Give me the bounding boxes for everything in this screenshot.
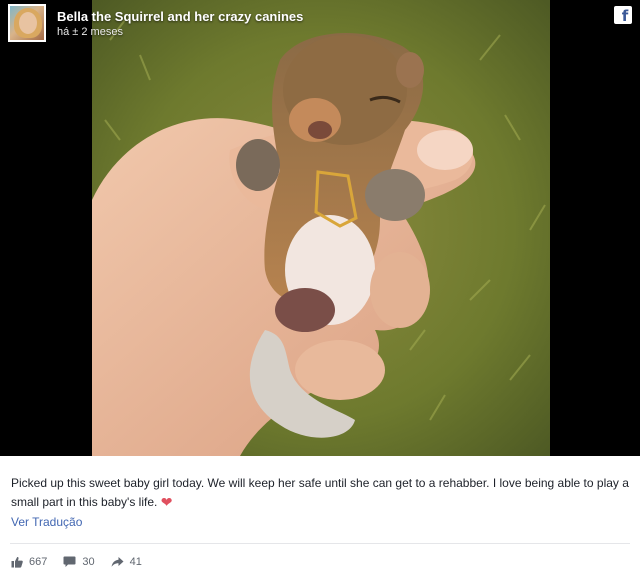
shares-count: 41	[129, 556, 142, 568]
post-text: Picked up this sweet baby girl today. We…	[11, 474, 629, 512]
post-timestamp[interactable]: há ± 2 meses	[57, 26, 123, 38]
likes-count-button[interactable]: 667	[11, 556, 47, 568]
shares-count-button[interactable]: 41	[111, 556, 142, 568]
engagement-stats: 667 30 41	[11, 554, 158, 570]
see-translation-link[interactable]: Ver Tradução	[11, 515, 82, 529]
avatar-face-shape	[19, 12, 37, 34]
comment-bubble-icon	[63, 556, 76, 567]
page-name-link[interactable]: Bella the Squirrel and her crazy canines	[57, 9, 303, 24]
social-post-card: Bella the Squirrel and her crazy canines…	[0, 0, 640, 581]
post-photo[interactable]: Bella the Squirrel and her crazy canines…	[0, 0, 640, 456]
page-avatar[interactable]	[8, 4, 46, 42]
likes-count: 667	[29, 556, 48, 568]
comments-count-button[interactable]: 30	[63, 556, 95, 568]
facebook-f-icon[interactable]: f	[614, 6, 632, 24]
share-arrow-icon	[111, 557, 124, 567]
comments-count: 30	[82, 556, 95, 568]
heart-emoji: ❤	[160, 494, 173, 510]
thumbs-up-icon	[11, 556, 23, 568]
photo-illustration	[92, 0, 550, 456]
divider	[10, 543, 630, 544]
post-text-body: Picked up this sweet baby girl today. We…	[11, 476, 629, 509]
post-header: Bella the Squirrel and her crazy canines…	[8, 4, 632, 44]
